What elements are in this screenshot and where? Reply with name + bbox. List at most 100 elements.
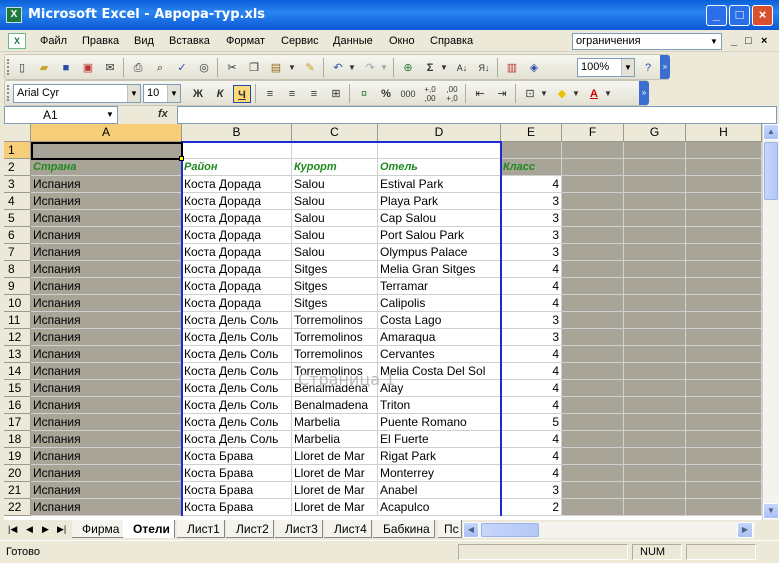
table-cell[interactable]: Amaraqua <box>378 329 501 346</box>
align-left-icon[interactable]: ≡ <box>261 85 279 103</box>
table-cell[interactable]: 4 <box>501 363 562 380</box>
table-cell[interactable] <box>624 176 686 193</box>
autosum-dropdown-icon[interactable]: ▼ <box>439 59 449 77</box>
table-cell[interactable] <box>686 176 762 193</box>
table-cell[interactable] <box>624 159 686 176</box>
table-cell[interactable] <box>624 431 686 448</box>
table-cell[interactable]: Costa Lago <box>378 312 501 329</box>
table-cell[interactable]: Salou <box>292 193 378 210</box>
table-cell[interactable] <box>562 448 624 465</box>
name-box[interactable]: A1 ▼ <box>4 106 118 124</box>
table-cell[interactable]: Испания <box>31 193 182 210</box>
table-cell[interactable]: Испания <box>31 261 182 278</box>
table-cell[interactable] <box>624 380 686 397</box>
zoom-select[interactable]: 100% ▼ <box>577 58 635 77</box>
table-cell[interactable]: Salou <box>292 176 378 193</box>
column-header-c[interactable]: C <box>292 124 378 142</box>
row-header[interactable]: 8 <box>4 261 31 278</box>
excel-icon[interactable]: X <box>6 7 22 23</box>
vertical-scrollbar[interactable]: ▲ ▼ <box>762 124 779 520</box>
chevron-down-icon[interactable]: ▼ <box>103 107 117 123</box>
table-cell[interactable] <box>686 363 762 380</box>
table-cell[interactable]: Коста Дель Соль <box>182 397 292 414</box>
table-cell[interactable] <box>624 397 686 414</box>
column-header-e[interactable]: E <box>501 124 562 142</box>
table-cell[interactable]: Коста Дель Соль <box>182 363 292 380</box>
table-cell[interactable] <box>686 380 762 397</box>
table-cell[interactable] <box>624 414 686 431</box>
select-all-button[interactable] <box>4 124 31 142</box>
formula-input[interactable] <box>177 106 777 124</box>
table-cell[interactable]: Испания <box>31 431 182 448</box>
sheet-tab-firma[interactable]: Фирма <box>72 520 125 538</box>
table-cell[interactable] <box>562 176 624 193</box>
font-name-select[interactable]: Arial Cyr ▼ <box>13 84 141 103</box>
table-cell[interactable]: Коста Дель Соль <box>182 312 292 329</box>
table-cell[interactable] <box>624 210 686 227</box>
table-cell[interactable] <box>686 159 762 176</box>
table-cell[interactable]: Испания <box>31 244 182 261</box>
row-header[interactable]: 1 <box>4 142 31 159</box>
table-cell[interactable]: 3 <box>501 329 562 346</box>
row-header[interactable]: 17 <box>4 414 31 431</box>
table-cell[interactable]: Sitges <box>292 278 378 295</box>
row-header[interactable]: 13 <box>4 346 31 363</box>
table-cell[interactable] <box>562 397 624 414</box>
table-cell[interactable]: Alay <box>378 380 501 397</box>
column-header-h[interactable]: H <box>686 124 762 142</box>
table-cell[interactable]: Salou <box>292 210 378 227</box>
next-sheet-icon[interactable]: ▶ <box>42 524 49 535</box>
table-cell[interactable]: Коста Дорада <box>182 193 292 210</box>
table-cell[interactable]: 3 <box>501 227 562 244</box>
table-cell[interactable]: Torremolinos <box>292 312 378 329</box>
table-cell[interactable] <box>686 312 762 329</box>
menu-view[interactable]: Вид <box>134 35 154 47</box>
column-title-cell[interactable]: Курорт <box>292 159 378 176</box>
table-cell[interactable] <box>624 346 686 363</box>
chevron-down-icon[interactable]: ▼ <box>127 85 140 102</box>
redo-icon[interactable]: ↷ <box>361 59 379 77</box>
table-cell[interactable]: Коста Дорада <box>182 210 292 227</box>
table-cell[interactable] <box>686 261 762 278</box>
table-cell[interactable] <box>562 346 624 363</box>
first-sheet-icon[interactable]: |◀ <box>8 524 17 535</box>
table-cell[interactable] <box>562 482 624 499</box>
table-cell[interactable] <box>378 142 501 159</box>
undo-icon[interactable]: ↶ <box>329 59 347 77</box>
table-cell[interactable]: Terramar <box>378 278 501 295</box>
table-cell[interactable]: Puente Romano <box>378 414 501 431</box>
row-header[interactable]: 12 <box>4 329 31 346</box>
menu-insert[interactable]: Вставка <box>169 35 210 47</box>
toolbar-grip[interactable] <box>7 59 10 75</box>
table-cell[interactable] <box>182 142 292 159</box>
table-cell[interactable]: Испания <box>31 380 182 397</box>
table-cell[interactable] <box>686 397 762 414</box>
table-cell[interactable] <box>624 227 686 244</box>
sheet-tab-list3[interactable]: Лист3 <box>275 520 323 538</box>
menu-file[interactable]: Файл <box>40 35 67 47</box>
table-cell[interactable] <box>624 312 686 329</box>
email-icon[interactable]: ✉ <box>101 59 119 77</box>
table-cell[interactable]: Коста Дель Соль <box>182 380 292 397</box>
table-cell[interactable] <box>686 329 762 346</box>
table-cell[interactable] <box>686 448 762 465</box>
table-cell[interactable]: Коста Дель Соль <box>182 346 292 363</box>
fill-handle[interactable] <box>179 156 184 161</box>
toolbar-grip[interactable] <box>7 85 10 101</box>
table-cell[interactable] <box>624 261 686 278</box>
table-cell[interactable]: 3 <box>501 482 562 499</box>
table-cell[interactable] <box>686 346 762 363</box>
table-cell[interactable]: 2 <box>501 499 562 516</box>
drawing-icon[interactable]: ◈ <box>525 59 543 77</box>
chevron-down-icon[interactable]: ▼ <box>621 59 634 76</box>
table-cell[interactable]: Коста Дорада <box>182 176 292 193</box>
table-cell[interactable]: Lloret de Mar <box>292 499 378 516</box>
vertical-scroll-thumb[interactable] <box>764 142 778 200</box>
table-cell[interactable]: Коста Брава <box>182 482 292 499</box>
table-cell[interactable]: Испания <box>31 346 182 363</box>
table-cell[interactable]: Salou <box>292 227 378 244</box>
table-cell[interactable] <box>562 499 624 516</box>
help-search-box[interactable]: ограничения ▼ <box>572 33 722 50</box>
column-header-a[interactable]: A <box>31 124 182 142</box>
table-cell[interactable]: Sitges <box>292 261 378 278</box>
